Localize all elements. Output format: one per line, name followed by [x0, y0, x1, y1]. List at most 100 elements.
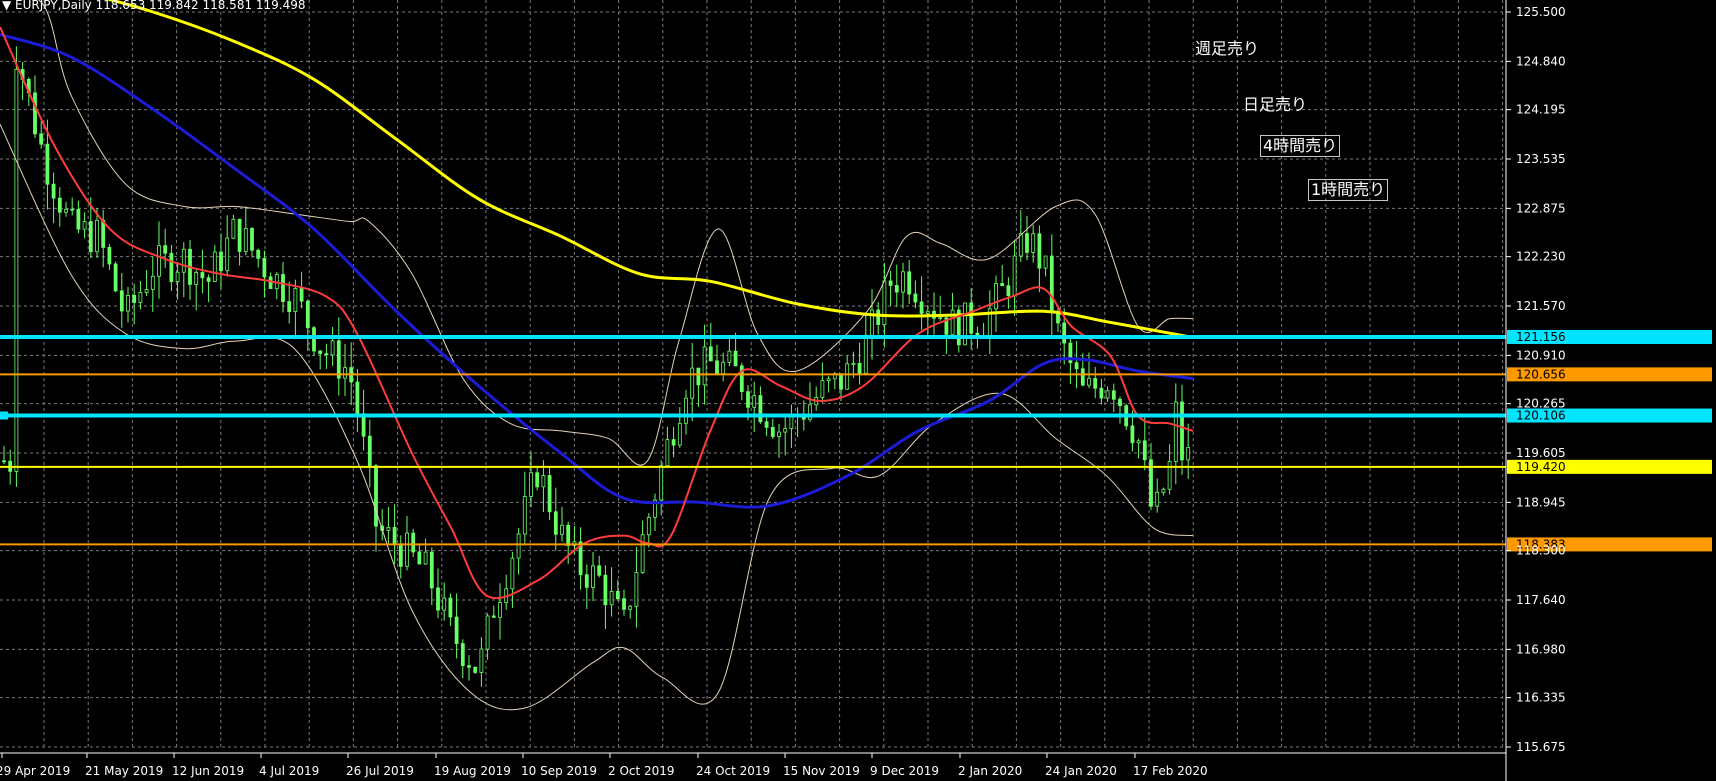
candle-body	[677, 422, 682, 446]
price-axis: 125.500 124.840 124.195 123.535 122.875 122.2…	[1505, 0, 1566, 781]
y-tick-label: 123.535	[1516, 152, 1566, 166]
annotation-daily: 日足売り	[1243, 95, 1308, 114]
candle-body	[1000, 283, 1005, 287]
x-tick-label: 24 Oct 2019	[696, 764, 770, 778]
candle-body	[250, 228, 254, 251]
candle-body	[491, 615, 496, 618]
candle-body	[243, 228, 248, 252]
candle-body	[436, 587, 440, 611]
candle-body	[1111, 390, 1116, 400]
candle-body	[758, 395, 763, 423]
candle-body	[417, 551, 422, 565]
candle-body	[1074, 362, 1079, 370]
y-tick-label: 119.605	[1516, 446, 1566, 460]
level-price-label: 121.156	[1516, 330, 1566, 344]
candle-body	[225, 237, 230, 272]
candle-body	[1136, 440, 1141, 444]
candle-body	[845, 363, 850, 390]
candle-body	[764, 421, 769, 428]
candle-body	[634, 572, 639, 607]
candle-body	[305, 300, 310, 329]
candle-body	[51, 183, 56, 199]
candle-body	[392, 526, 397, 546]
candle-body	[733, 350, 738, 367]
price-chart[interactable]: 121.156120.656120.106119.420118.383 125.…	[0, 0, 1716, 781]
level-price-label: 119.420	[1516, 460, 1566, 474]
candle-body	[640, 534, 645, 573]
candle-body	[708, 346, 713, 362]
candle-body	[163, 245, 168, 254]
candle-body	[57, 197, 62, 213]
candle-body	[1012, 255, 1017, 297]
candle-body	[1142, 440, 1147, 461]
candle-body	[82, 221, 87, 230]
candle-body	[603, 574, 608, 606]
candle-body	[70, 208, 75, 211]
candle-body	[113, 263, 118, 292]
candle-body	[237, 218, 242, 252]
candle-body	[411, 532, 416, 553]
candle-body	[126, 294, 130, 312]
candle-body	[1118, 398, 1122, 407]
candle-body	[659, 465, 664, 501]
candle-body	[913, 293, 918, 303]
candle-body	[1049, 255, 1054, 313]
candle-body	[925, 310, 930, 314]
candle-body	[746, 391, 750, 408]
candle-body	[671, 439, 676, 446]
candle-body	[584, 574, 589, 588]
candle-body	[138, 292, 143, 303]
candle-body	[343, 367, 347, 379]
candle-body	[473, 666, 478, 673]
x-tick-label: 12 Jun 2019	[172, 764, 244, 778]
candle-body	[715, 360, 719, 374]
x-tick-label: 24 Jan 2020	[1045, 764, 1117, 778]
candle-body	[442, 597, 447, 611]
candle-body	[721, 361, 726, 374]
candle-body	[181, 248, 186, 273]
candle-body	[863, 334, 868, 374]
candle-body	[169, 252, 174, 282]
candle-body	[33, 92, 37, 135]
candle-body	[88, 221, 93, 253]
candle-body	[212, 251, 217, 282]
candle-body	[1087, 378, 1091, 386]
annotation-weekly: 週足売り	[1195, 39, 1260, 58]
candle-body	[448, 597, 453, 618]
candle-body	[39, 133, 44, 145]
y-tick-label: 118.300	[1516, 544, 1566, 558]
candle-body	[1093, 378, 1098, 389]
candle-body	[566, 524, 571, 546]
candle-body	[535, 472, 540, 488]
candle-body	[1031, 233, 1036, 253]
candle-body	[1018, 233, 1023, 257]
level-price-label: 120.656	[1516, 367, 1566, 381]
candle-body	[107, 247, 112, 265]
candle-body	[702, 346, 707, 386]
candle-body	[1043, 255, 1048, 269]
x-tick-label: 19 Aug 2019	[434, 764, 511, 778]
candle-body	[522, 496, 527, 535]
candle-body	[324, 353, 329, 356]
x-tick-label: 29 Apr 2019	[0, 764, 70, 778]
candle-body	[256, 249, 261, 259]
y-tick-label: 124.195	[1516, 103, 1566, 117]
candle-body	[752, 395, 757, 408]
candles	[2, 46, 1191, 687]
candle-body	[374, 465, 378, 527]
candle-body	[1037, 233, 1042, 269]
candle-body	[429, 551, 434, 589]
candle-body	[219, 251, 223, 272]
candle-body	[696, 367, 701, 386]
candle-body	[45, 143, 50, 185]
candle-body	[467, 665, 471, 668]
y-tick-label: 122.230	[1516, 250, 1566, 264]
y-tick-label: 118.945	[1516, 495, 1566, 509]
candle-body	[312, 327, 316, 352]
candle-body	[1161, 488, 1166, 493]
candle-body	[783, 428, 788, 433]
candle-body	[299, 288, 304, 302]
candle-body	[907, 271, 912, 295]
x-tick-label: 17 Feb 2020	[1133, 764, 1208, 778]
candle-body	[894, 285, 899, 293]
